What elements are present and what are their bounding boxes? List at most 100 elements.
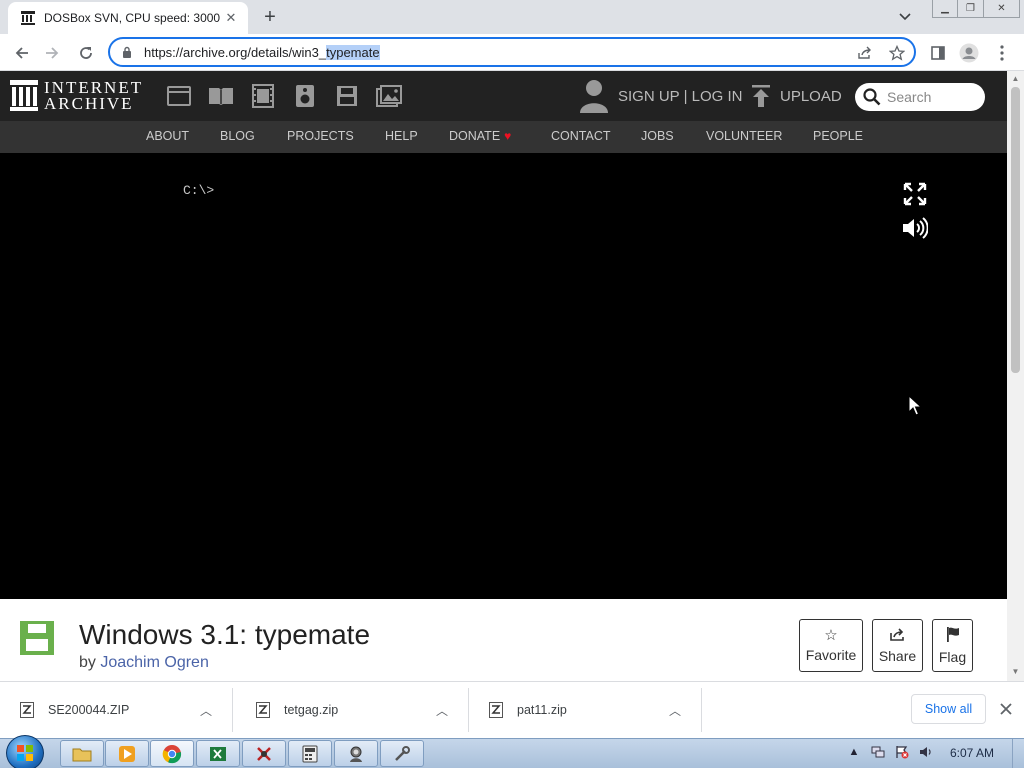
- chevron-up-icon[interactable]: ︿: [196, 702, 216, 719]
- scroll-thumb[interactable]: [1011, 87, 1020, 373]
- item-details: Windows 3.1: typemate by Joachim Ogren ☆…: [0, 599, 1007, 681]
- page-scrollbar[interactable]: ▲ ▼: [1007, 71, 1024, 681]
- calculator-icon[interactable]: [288, 740, 332, 767]
- ia-top-nav: ABOUT BLOG PROJECTS HELP DONATE ♥ CONTACT…: [0, 121, 1007, 153]
- spreadsheet-icon[interactable]: [196, 740, 240, 767]
- minimize-icon[interactable]: ▁: [932, 0, 958, 18]
- scroll-down-icon[interactable]: ▼: [1011, 667, 1020, 676]
- ia-header: INTERNET ARCHIVE SIGN UP | LOG IN UPLOAD: [0, 71, 1007, 121]
- network-icon[interactable]: [870, 744, 886, 760]
- search-icon: [863, 88, 881, 106]
- close-shelf-icon[interactable]: [997, 700, 1015, 718]
- ia-search-box[interactable]: [855, 83, 985, 111]
- flag-button[interactable]: Flag: [932, 619, 973, 672]
- upload-label: UPLOAD: [780, 87, 842, 105]
- windows-taskbar: ▲ 6:07 AM: [0, 735, 1024, 768]
- audio-icon[interactable]: [292, 83, 318, 109]
- share-arrow-icon: [889, 627, 906, 645]
- tool-icon[interactable]: [380, 740, 424, 767]
- window-controls: ▁ ❐ ✕: [932, 0, 1020, 18]
- show-desktop-button[interactable]: [1012, 739, 1024, 768]
- upload-icon: [752, 85, 770, 107]
- flag-icon: [946, 626, 960, 646]
- ia-logo[interactable]: INTERNET ARCHIVE: [10, 79, 143, 113]
- url-selection: typemate: [326, 44, 380, 60]
- nav-jobs[interactable]: JOBS: [641, 129, 674, 143]
- window-close-icon[interactable]: ✕: [984, 0, 1020, 18]
- taskbar-clock[interactable]: 6:07 AM: [950, 746, 994, 760]
- speaker-icon[interactable]: [918, 744, 934, 760]
- user-icon[interactable]: [334, 740, 378, 767]
- profile-icon[interactable]: [957, 41, 981, 65]
- dosbox-icon[interactable]: [242, 740, 286, 767]
- explorer-icon[interactable]: [60, 740, 104, 767]
- browser-tab[interactable]: DOSBox SVN, CPU speed: 3000 c ✕: [8, 2, 248, 34]
- share-icon[interactable]: [856, 44, 874, 62]
- archive-building-icon: [10, 80, 38, 111]
- nav-donate[interactable]: DONATE ♥: [449, 129, 511, 143]
- download-item[interactable]: pat11.zip ︿: [469, 688, 702, 732]
- nav-help[interactable]: HELP: [385, 129, 418, 143]
- signup-login-link[interactable]: SIGN UP | LOG IN: [618, 88, 742, 105]
- by-label: by: [79, 654, 96, 671]
- logo-line-2: ARCHIVE: [44, 94, 134, 113]
- menu-icon[interactable]: [990, 41, 1014, 65]
- system-tray: ▲: [846, 744, 942, 760]
- download-item[interactable]: SE200044.ZIP ︿: [0, 688, 233, 732]
- nav-about[interactable]: ABOUT: [146, 129, 189, 143]
- tray-expand-icon[interactable]: ▲: [846, 744, 862, 760]
- share-button[interactable]: Share: [872, 619, 923, 672]
- scroll-up-icon[interactable]: ▲: [1011, 74, 1020, 83]
- start-button[interactable]: [6, 735, 44, 768]
- web-icon[interactable]: [166, 83, 192, 109]
- close-tab-icon[interactable]: ✕: [222, 9, 240, 27]
- address-bar[interactable]: https://archive.org/details/win3_typemat…: [108, 37, 916, 67]
- upload-link[interactable]: UPLOAD: [752, 85, 842, 107]
- zip-file-icon: [256, 702, 270, 718]
- browser-toolbar: https://archive.org/details/win3_typemat…: [0, 34, 1024, 71]
- archive-favicon-icon: [20, 10, 36, 26]
- search-input[interactable]: [887, 89, 983, 105]
- zip-file-icon: [20, 702, 34, 718]
- reload-icon[interactable]: [74, 41, 98, 65]
- volume-icon[interactable]: [902, 215, 928, 241]
- download-item[interactable]: tetgag.zip ︿: [236, 688, 469, 732]
- lock-icon[interactable]: [120, 45, 134, 59]
- nav-blog[interactable]: BLOG: [220, 129, 255, 143]
- tab-search-chevron-icon[interactable]: [896, 8, 914, 26]
- download-filename: tetgag.zip: [284, 703, 339, 717]
- item-title: Windows 3.1: typemate: [79, 619, 371, 650]
- new-tab-plus-icon[interactable]: +: [258, 6, 282, 28]
- forward-icon[interactable]: [40, 41, 64, 65]
- favorite-label: Favorite: [805, 647, 857, 663]
- nav-people[interactable]: PEOPLE: [813, 129, 863, 143]
- star-icon: ☆: [824, 627, 838, 644]
- nav-volunteer[interactable]: VOLUNTEER: [706, 129, 782, 143]
- fullscreen-icon[interactable]: [902, 181, 928, 207]
- texts-icon[interactable]: [208, 83, 234, 109]
- chevron-up-icon[interactable]: ︿: [432, 702, 452, 719]
- dosbox-emulator-canvas[interactable]: C:\>: [0, 153, 1007, 599]
- restore-icon[interactable]: ❐: [958, 0, 984, 18]
- favorite-button[interactable]: ☆ Favorite: [799, 619, 863, 672]
- author-link[interactable]: Joachim Ogren: [100, 654, 209, 671]
- software-icon[interactable]: [334, 83, 360, 109]
- video-icon[interactable]: [250, 83, 276, 109]
- chrome-icon[interactable]: [150, 740, 194, 767]
- url-text: https://archive.org/details/win3_typemat…: [144, 44, 380, 60]
- nav-projects[interactable]: PROJECTS: [287, 129, 354, 143]
- chevron-up-icon[interactable]: ︿: [665, 702, 685, 719]
- action-center-icon[interactable]: [894, 744, 910, 760]
- media-player-icon[interactable]: [105, 740, 149, 767]
- mouse-cursor-icon: [908, 395, 922, 416]
- back-icon[interactable]: [10, 41, 34, 65]
- bookmark-star-icon[interactable]: [888, 44, 906, 62]
- show-all-downloads-button[interactable]: Show all: [911, 694, 986, 724]
- login-area[interactable]: SIGN UP | LOG IN: [580, 79, 742, 113]
- share-label: Share: [878, 647, 917, 664]
- download-filename: pat11.zip: [517, 703, 567, 717]
- sidebar-icon[interactable]: [926, 41, 950, 65]
- media-type-nav: [166, 83, 418, 109]
- images-icon[interactable]: [376, 83, 402, 109]
- nav-contact[interactable]: CONTACT: [551, 129, 611, 143]
